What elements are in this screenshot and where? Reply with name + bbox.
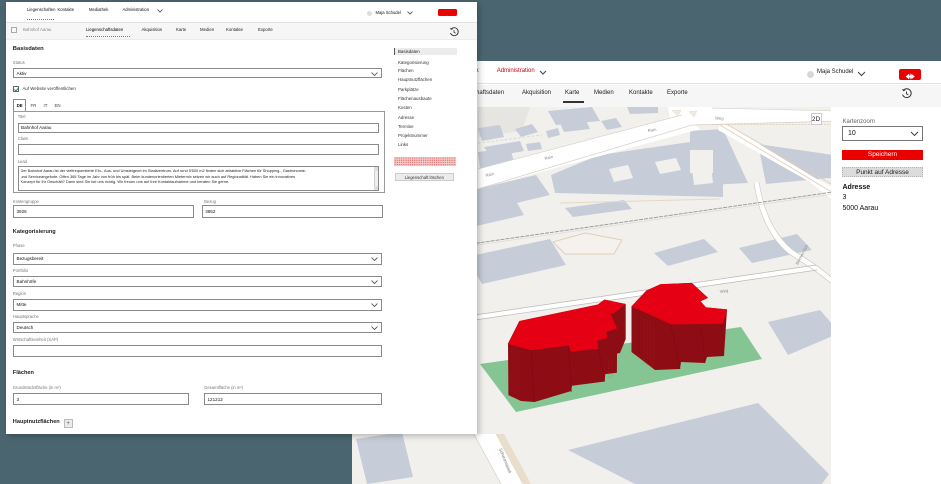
svg-text:Weg: Weg [715,116,724,121]
